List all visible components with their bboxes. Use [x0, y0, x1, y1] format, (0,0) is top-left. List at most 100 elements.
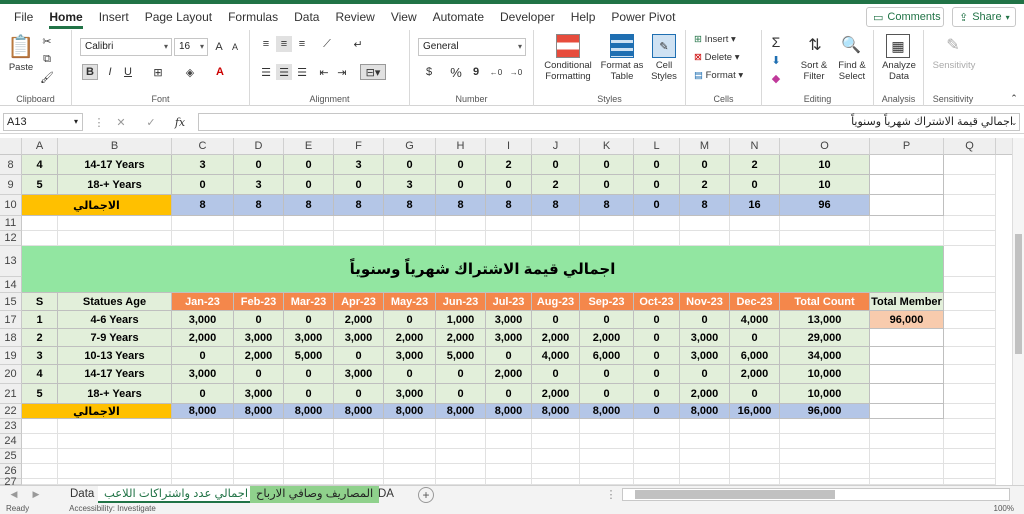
cell-h19[interactable]: 5,000: [436, 347, 486, 365]
cell[interactable]: [22, 434, 58, 449]
cell-g18[interactable]: 2,000: [384, 329, 436, 347]
cell[interactable]: [436, 464, 486, 479]
cell-b17[interactable]: 4-6 Years: [58, 311, 172, 329]
cell[interactable]: [58, 449, 172, 464]
cell[interactable]: [634, 216, 680, 231]
cell[interactable]: [580, 449, 634, 464]
cell-i9[interactable]: 0: [486, 175, 532, 195]
cell[interactable]: [334, 216, 384, 231]
cell-g8[interactable]: 0: [384, 155, 436, 175]
cell-a8[interactable]: 4: [22, 155, 58, 175]
cell[interactable]: [780, 434, 870, 449]
cell-a9[interactable]: 5: [22, 175, 58, 195]
cell[interactable]: [532, 231, 580, 246]
row-header-22[interactable]: 22: [0, 404, 22, 419]
column-header-m[interactable]: M: [680, 138, 730, 155]
cell[interactable]: [944, 246, 996, 277]
cell[interactable]: [944, 347, 996, 365]
cell-m21[interactable]: 2,000: [680, 384, 730, 404]
decrease-decimal-icon[interactable]: →0: [508, 64, 524, 80]
cell[interactable]: [870, 419, 944, 434]
cell-k17[interactable]: 0: [580, 311, 634, 329]
cell-j21[interactable]: 2,000: [532, 384, 580, 404]
cell-o18[interactable]: 29,000: [780, 329, 870, 347]
cell-l9[interactable]: 0: [634, 175, 680, 195]
cell-b9[interactable]: 18-+ Years: [58, 175, 172, 195]
column-header-d[interactable]: D: [234, 138, 284, 155]
cell-m20[interactable]: 0: [680, 365, 730, 384]
header-apr-23[interactable]: Apr-23: [334, 293, 384, 311]
cell[interactable]: [172, 434, 234, 449]
cell-l17[interactable]: 0: [634, 311, 680, 329]
cell-d21[interactable]: 3,000: [234, 384, 284, 404]
cell-f18[interactable]: 3,000: [334, 329, 384, 347]
cell[interactable]: [384, 449, 436, 464]
cell[interactable]: [284, 434, 334, 449]
sheet-tab-da[interactable]: DA: [372, 486, 400, 503]
bold-button[interactable]: B: [82, 64, 98, 80]
tab-home[interactable]: Home: [41, 4, 90, 30]
cell[interactable]: [634, 434, 680, 449]
cell[interactable]: [436, 434, 486, 449]
cell-c10[interactable]: 8: [172, 195, 234, 216]
tab-developer[interactable]: Developer: [492, 4, 563, 30]
tab-page-layout[interactable]: Page Layout: [137, 4, 220, 30]
row-header-8[interactable]: 8: [0, 155, 22, 175]
row-header-9[interactable]: 9: [0, 175, 22, 195]
cell-e17[interactable]: 0: [284, 311, 334, 329]
cell-f8[interactable]: 3: [334, 155, 384, 175]
cell-m22[interactable]: 8,000: [680, 404, 730, 419]
cell[interactable]: [436, 231, 486, 246]
cell-d20[interactable]: 0: [234, 365, 284, 384]
number-format-select[interactable]: General ▾: [418, 38, 526, 56]
row-header-18[interactable]: 18: [0, 329, 22, 347]
cell-e8[interactable]: 0: [284, 155, 334, 175]
cell[interactable]: [944, 155, 996, 175]
cell-j22[interactable]: 8,000: [532, 404, 580, 419]
font-color-icon[interactable]: A: [212, 64, 228, 80]
cell-c18[interactable]: 2,000: [172, 329, 234, 347]
tab-insert[interactable]: Insert: [91, 4, 137, 30]
cell-g9[interactable]: 3: [384, 175, 436, 195]
cell-c17[interactable]: 3,000: [172, 311, 234, 329]
cell-o9[interactable]: 10: [780, 175, 870, 195]
cell-c9[interactable]: 0: [172, 175, 234, 195]
tab-help[interactable]: Help: [563, 4, 604, 30]
cell[interactable]: [944, 384, 996, 404]
cell-i20[interactable]: 2,000: [486, 365, 532, 384]
vertical-scrollbar[interactable]: [1012, 138, 1024, 485]
cell-j8[interactable]: 0: [532, 155, 580, 175]
cell-g22[interactable]: 8,000: [384, 404, 436, 419]
cell[interactable]: [634, 464, 680, 479]
cell-b20[interactable]: 14-17 Years: [58, 365, 172, 384]
cell[interactable]: [172, 464, 234, 479]
cell-k18[interactable]: 2,000: [580, 329, 634, 347]
cell[interactable]: [486, 231, 532, 246]
cell-n17[interactable]: 4,000: [730, 311, 780, 329]
cell[interactable]: [58, 216, 172, 231]
row-header-21[interactable]: 21: [0, 384, 22, 404]
fill-icon[interactable]: ⬇: [768, 52, 784, 68]
header-jan-23[interactable]: Jan-23: [172, 293, 234, 311]
column-header-p[interactable]: P: [870, 138, 944, 155]
cell[interactable]: [532, 464, 580, 479]
increase-indent-icon[interactable]: ⇥: [334, 64, 350, 80]
cell[interactable]: [944, 419, 996, 434]
cell-a21[interactable]: 5: [22, 384, 58, 404]
horizontal-scrollbar[interactable]: [622, 488, 1010, 501]
cell-l20[interactable]: 0: [634, 365, 680, 384]
analyze-data-label[interactable]: Analyze Data: [876, 60, 922, 82]
find-select-label[interactable]: Find & Select: [832, 60, 872, 82]
cell-g21[interactable]: 3,000: [384, 384, 436, 404]
cell[interactable]: [730, 464, 780, 479]
cell[interactable]: [680, 419, 730, 434]
cell[interactable]: [334, 464, 384, 479]
increase-font-icon[interactable]: A: [212, 38, 226, 56]
cell[interactable]: [486, 449, 532, 464]
format-as-table-label[interactable]: Format as Table: [598, 60, 646, 82]
cell-o22[interactable]: 96,000: [780, 404, 870, 419]
cell-h17[interactable]: 1,000: [436, 311, 486, 329]
insert-cells-button[interactable]: ⊞ Insert ▾: [694, 34, 736, 45]
column-header-o[interactable]: O: [780, 138, 870, 155]
header-mar-23[interactable]: Mar-23: [284, 293, 334, 311]
